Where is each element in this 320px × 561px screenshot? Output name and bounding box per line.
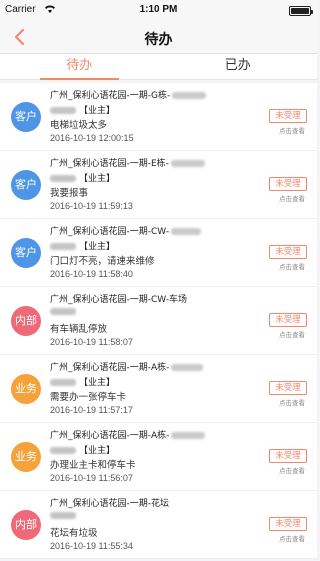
list-item[interactable]: 业务 广州_保利心语花园-一期-A栋- 【业主】 办理业主卡和停车卡 2016-…: [0, 423, 317, 491]
nav-bar: 待办: [0, 20, 317, 54]
category-badge: 内部: [11, 510, 41, 540]
location-text: 广州_保利心语花园-一期-A栋-: [50, 360, 204, 373]
location-text: 广州_保利心语花园-一期-A栋-: [50, 428, 206, 441]
list-item[interactable]: 客户 广州_保利心语花园-一期-G栋- 【业主】 电梯垃圾太多 2016-10-…: [0, 83, 317, 151]
category-badge: 客户: [11, 102, 41, 132]
list-item[interactable]: 客户 广州_保利心语花园-一期-E栋- 【业主】 我要报事 2016-10-19…: [0, 151, 317, 219]
tab-indicator: [40, 78, 119, 80]
reporter-text: 【业主】: [50, 103, 115, 116]
description-text: 办理业主卡和停车卡: [50, 460, 136, 471]
timestamp: 2016-10-19 11:55:34: [50, 541, 133, 551]
view-hint: 点击查看: [279, 195, 305, 203]
timestamp: 2016-10-19 11:58:40: [50, 269, 133, 279]
page-title: 待办: [144, 32, 173, 48]
category-badge: 业务: [11, 374, 41, 404]
reporter-text: [50, 307, 79, 317]
reporter-text: 【业主】: [50, 171, 115, 184]
description-text: 有车辆乱停放: [50, 324, 108, 335]
battery-icon: [289, 6, 313, 16]
tab-done[interactable]: 已办: [159, 54, 318, 79]
category-badge: 客户: [11, 238, 41, 268]
status-badge: 未受理: [269, 449, 307, 463]
timestamp: 2016-10-19 11:58:07: [50, 337, 133, 347]
location-text: 广州_保利心语花园-一期-CW-: [50, 224, 202, 237]
status-badge: 未受理: [269, 313, 307, 327]
list-item[interactable]: 业务 广州_保利心语花园-一期-A栋- 【业主】 需要办一张停车卡 2016-1…: [0, 355, 317, 423]
status-badge: 未受理: [269, 109, 307, 123]
status-badge: 未受理: [269, 177, 307, 191]
location-text: 广州_保利心语花园-一期-CW-车场: [50, 295, 188, 305]
task-list: 客户 广州_保利心语花园-一期-G栋- 【业主】 电梯垃圾太多 2016-10-…: [0, 83, 317, 559]
description-text: 电梯垃圾太多: [50, 120, 108, 131]
reporter-text: 【业主】: [50, 239, 115, 252]
view-hint: 点击查看: [279, 399, 305, 407]
list-item[interactable]: 内部 广州_保利心语花园-一期-CW-车场 有车辆乱停放 2016-10-19 …: [0, 287, 317, 355]
timestamp: 2016-10-19 11:59:13: [50, 201, 133, 211]
status-bar: Carrier 1:10 PM: [0, 0, 317, 20]
description-text: 花坛有垃圾: [50, 528, 98, 539]
reporter-text: [50, 511, 79, 521]
category-badge: 业务: [11, 442, 41, 472]
description-text: 我要报事: [50, 188, 89, 199]
tab-bar: 待办 已办: [0, 54, 317, 80]
list-item[interactable]: 内部 广州_保利心语花园-一期-花坛 花坛有垃圾 2016-10-19 11:5…: [0, 491, 317, 559]
view-hint: 点击查看: [279, 263, 305, 271]
description-text: 门口灯不亮，请速来维修: [50, 256, 155, 267]
category-badge: 客户: [11, 170, 41, 200]
timestamp: 2016-10-19 12:00:15: [50, 133, 134, 143]
timestamp: 2016-10-19 11:57:17: [50, 405, 133, 415]
list-item[interactable]: 客户 广州_保利心语花园-一期-CW- 【业主】 门口灯不亮，请速来维修 201…: [0, 219, 317, 287]
clock: 1:10 PM: [139, 4, 178, 15]
view-hint: 点击查看: [279, 127, 305, 135]
view-hint: 点击查看: [279, 535, 305, 543]
status-badge: 未受理: [269, 245, 307, 259]
timestamp: 2016-10-19 11:56:07: [50, 473, 133, 483]
view-hint: 点击查看: [279, 467, 305, 475]
reporter-text: 【业主】: [50, 375, 115, 388]
status-badge: 未受理: [269, 517, 307, 531]
location-text: 广州_保利心语花园-一期-G栋-: [50, 88, 207, 101]
tab-pending[interactable]: 待办: [0, 54, 159, 79]
category-badge: 内部: [11, 306, 41, 336]
location-text: 广州_保利心语花园-一期-花坛: [50, 499, 169, 509]
reporter-text: 【业主】: [50, 443, 115, 456]
view-hint: 点击查看: [279, 331, 305, 339]
status-badge: 未受理: [269, 381, 307, 395]
location-text: 广州_保利心语花园-一期-E栋-: [50, 156, 205, 169]
description-text: 需要办一张停车卡: [50, 392, 127, 403]
